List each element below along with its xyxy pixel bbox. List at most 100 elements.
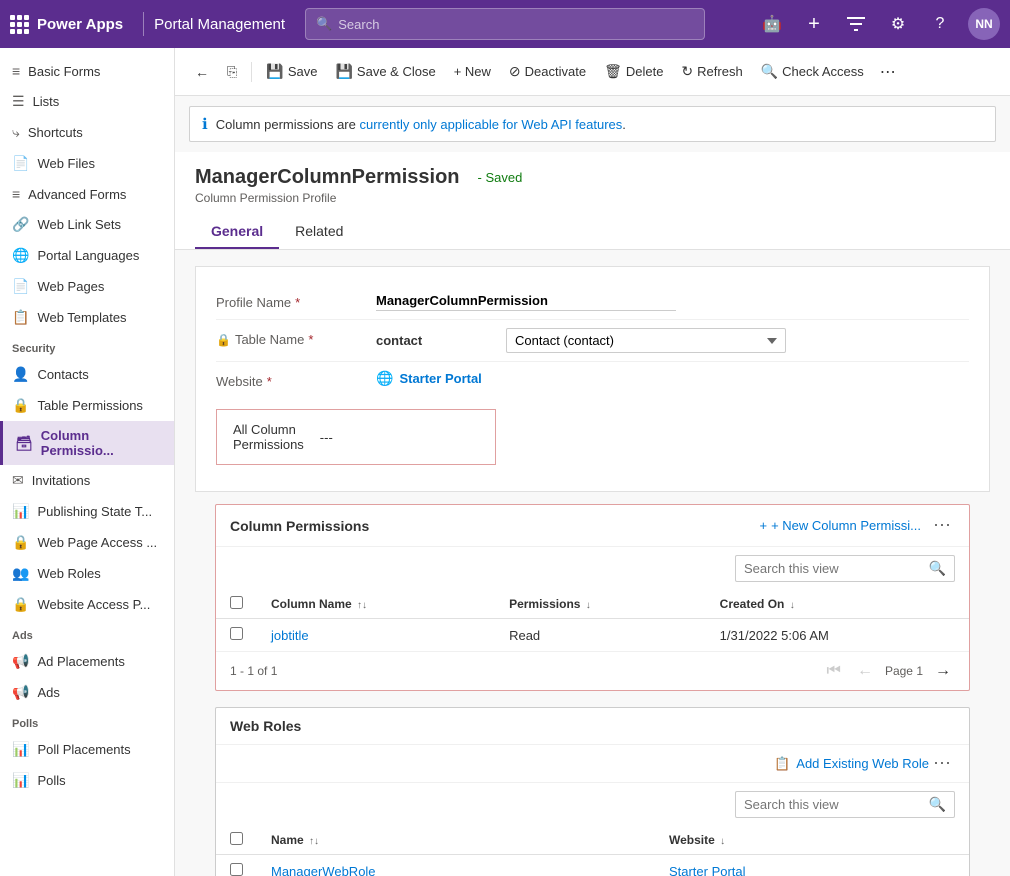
cell-created-on: 1/31/2022 5:06 AM — [706, 619, 969, 652]
wr-row-select-checkbox[interactable] — [230, 863, 243, 876]
col-header-column-name[interactable]: Column Name ↑↓ — [257, 590, 495, 619]
basic-forms-icon: ≡ — [12, 63, 20, 79]
row-checkbox[interactable] — [216, 619, 257, 652]
first-page-button[interactable]: ⏮ — [823, 660, 845, 682]
web-roles-search-box[interactable]: 🔍 — [735, 791, 955, 818]
wr-col-header-name[interactable]: Name ↑↓ — [257, 826, 655, 855]
back-button[interactable]: ← — [187, 59, 217, 85]
save-icon: 💾 — [266, 63, 283, 80]
avatar[interactable]: NN — [968, 8, 1000, 40]
table-name-dropdown[interactable]: Contact (contact) — [506, 328, 786, 353]
banner-link[interactable]: currently only applicable for Web API fe… — [359, 117, 622, 132]
sidebar-item-web-pages[interactable]: 📄 Web Pages — [0, 271, 174, 302]
settings-icon[interactable]: ⚙ — [884, 10, 912, 38]
column-permissions-search-input[interactable] — [744, 561, 923, 576]
sidebar: ≡ Basic Forms ☰ Lists ⤷ Shortcuts 📄 Web … — [0, 48, 175, 876]
web-roles-table: Name ↑↓ Website ↓ ManagerWebRole Starter… — [216, 826, 969, 876]
select-all-checkbox[interactable] — [230, 596, 243, 609]
sidebar-item-web-roles[interactable]: 👥 Web Roles — [0, 558, 174, 589]
top-search-box[interactable]: 🔍 — [305, 8, 705, 40]
sidebar-item-contacts[interactable]: 👤 Contacts — [0, 359, 174, 390]
col-header-permissions[interactable]: Permissions ↓ — [495, 590, 706, 619]
poll-placements-icon: 📊 — [12, 741, 29, 758]
add-existing-web-role-button[interactable]: 📋 Add Existing Web Role — [774, 753, 929, 774]
toolbar-more-button[interactable]: ⋯ — [874, 57, 902, 87]
wr-select-all-checkbox[interactable] — [230, 832, 243, 845]
sidebar-item-poll-placements[interactable]: 📊 Poll Placements — [0, 734, 174, 765]
help-icon[interactable]: ? — [926, 10, 954, 38]
sort-icon: ↑↓ — [357, 600, 367, 611]
tab-related[interactable]: Related — [279, 215, 359, 249]
table-permissions-icon: 🔒 — [12, 397, 29, 414]
sidebar-item-column-permissions[interactable]: 🗃 Column Permissio... — [0, 421, 174, 465]
top-search-input[interactable] — [338, 17, 694, 32]
filter-icon[interactable] — [842, 10, 870, 38]
web-roles-search-input[interactable] — [744, 797, 923, 812]
sidebar-item-table-permissions[interactable]: 🔒 Table Permissions — [0, 390, 174, 421]
sidebar-item-basic-forms[interactable]: ≡ Basic Forms — [0, 56, 174, 86]
add-icon[interactable]: + — [800, 10, 828, 38]
save-button[interactable]: 💾 Save — [258, 58, 325, 85]
deactivate-icon: ⊘ — [509, 63, 521, 80]
sidebar-item-ads[interactable]: 📢 Ads — [0, 677, 174, 708]
web-roles-title: Web Roles — [230, 718, 955, 734]
save-close-button[interactable]: 💾 Save & Close — [327, 58, 443, 85]
manager-web-role-link[interactable]: ManagerWebRole — [271, 864, 376, 876]
sidebar-item-web-link-sets[interactable]: 🔗 Web Link Sets — [0, 209, 174, 240]
column-permissions-more[interactable]: ⋯ — [929, 515, 955, 536]
sidebar-item-portal-languages[interactable]: 🌐 Portal Languages — [0, 240, 174, 271]
column-permissions-search-box[interactable]: 🔍 — [735, 555, 955, 582]
sidebar-item-invitations[interactable]: ✉ Invitations — [0, 465, 174, 496]
search-icon: 🔍 — [929, 796, 946, 813]
profile-name-input[interactable] — [376, 291, 676, 311]
page-label: Page 1 — [885, 664, 923, 678]
sidebar-item-label: Web Pages — [37, 279, 104, 294]
sidebar-item-label: Web Link Sets — [37, 217, 121, 232]
cell-column-name: jobtitle — [257, 619, 495, 652]
delete-icon: 🗑 — [604, 63, 622, 80]
sidebar-item-ad-placements[interactable]: 📢 Ad Placements — [0, 646, 174, 677]
add-column-permission-button[interactable]: + + New Column Permissi... — [760, 518, 922, 533]
col-header-created-on[interactable]: Created On ↓ — [706, 590, 969, 619]
wr-row-checkbox[interactable] — [216, 855, 257, 876]
forward-button[interactable]: ⎘ — [219, 59, 245, 85]
row-select-checkbox[interactable] — [230, 627, 243, 640]
starter-portal-link[interactable]: Starter Portal — [669, 864, 746, 876]
globe-icon: 🌐 — [376, 370, 393, 387]
sidebar-item-lists[interactable]: ☰ Lists — [0, 86, 174, 117]
sidebar-item-website-access[interactable]: 🔒 Website Access P... — [0, 589, 174, 620]
column-permissions-section: Column Permissions + + New Column Permis… — [215, 504, 970, 691]
forward-icon: ⎘ — [227, 64, 237, 80]
app-grid-button[interactable] — [10, 15, 29, 34]
wr-col-select-all[interactable] — [216, 826, 257, 855]
website-link[interactable]: 🌐 Starter Portal — [376, 370, 969, 387]
deactivate-button[interactable]: ⊘ Deactivate — [501, 58, 594, 85]
web-roles-more[interactable]: ⋯ — [929, 753, 955, 774]
next-page-button[interactable]: → — [931, 660, 955, 682]
sidebar-item-publishing-state[interactable]: 📊 Publishing State T... — [0, 496, 174, 527]
jobtitle-link[interactable]: jobtitle — [271, 628, 309, 643]
plus-icon: + — [760, 518, 768, 533]
prev-page-button[interactable]: ← — [853, 660, 877, 682]
sidebar-item-polls[interactable]: 📊 Polls — [0, 765, 174, 796]
new-button[interactable]: + New — [446, 59, 499, 84]
portal-languages-icon: 🌐 — [12, 247, 29, 264]
column-permissions-search-bar: 🔍 — [216, 547, 969, 590]
sidebar-item-web-page-access[interactable]: 🔒 Web Page Access ... — [0, 527, 174, 558]
sidebar-item-shortcuts[interactable]: ⤷ Shortcuts — [0, 117, 174, 148]
profile-name-row: Profile Name * — [216, 283, 969, 320]
tab-general[interactable]: General — [195, 215, 279, 249]
refresh-button[interactable]: ↻ Refresh — [673, 58, 750, 85]
table-name-label: 🔒 Table Name * — [216, 328, 376, 347]
sidebar-item-advanced-forms[interactable]: ≡ Advanced Forms — [0, 179, 174, 209]
col-select-all[interactable] — [216, 590, 257, 619]
bot-icon[interactable]: 🤖 — [758, 10, 786, 38]
wr-col-header-website[interactable]: Website ↓ — [655, 826, 969, 855]
record-header: ManagerColumnPermission - Saved Column P… — [175, 152, 1010, 250]
delete-button[interactable]: 🗑 Delete — [596, 58, 671, 85]
sidebar-item-web-files[interactable]: 📄 Web Files — [0, 148, 174, 179]
sidebar-item-web-templates[interactable]: 📋 Web Templates — [0, 302, 174, 333]
portal-name: Portal Management — [154, 16, 285, 33]
sidebar-item-label: Website Access P... — [37, 597, 150, 612]
check-access-button[interactable]: 🔍 Check Access — [753, 58, 872, 85]
